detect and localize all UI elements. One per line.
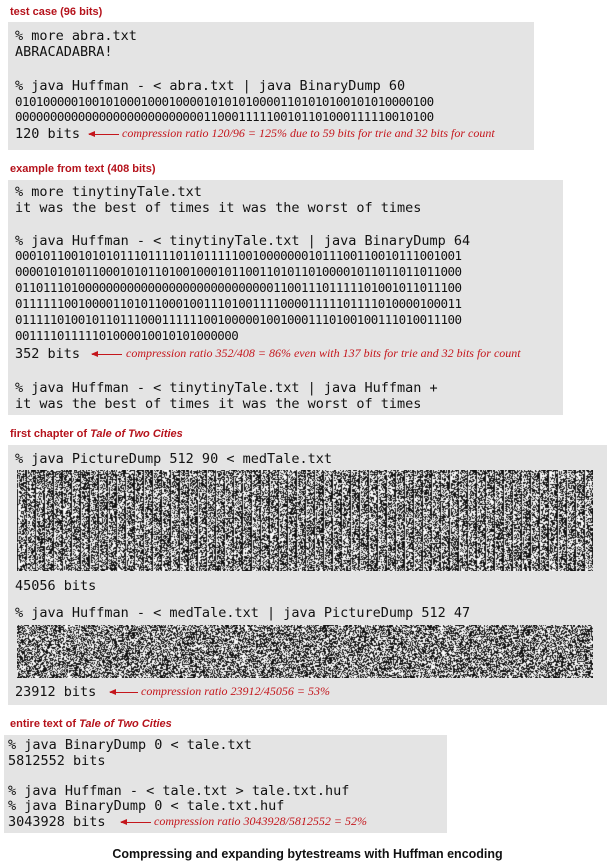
bitmap-picture-dump	[17, 470, 593, 571]
left-arrow-icon	[88, 131, 119, 137]
book-title: Tale of Two Cities	[90, 428, 183, 440]
command-line: % java Huffman - < tinytinyTale.txt | ja…	[15, 233, 471, 249]
entire-text-panel: % java BinaryDump 0 < tale.txt 5812552 b…	[4, 735, 447, 833]
output-line: 5812552 bits	[8, 753, 106, 769]
example-header: example from text (408 bits)	[10, 163, 156, 175]
command-line: % more abra.txt	[15, 28, 137, 44]
command-line: % java Huffman - < tale.txt > tale.txt.h…	[8, 783, 350, 799]
command-line: % java Huffman - < medTale.txt | java Pi…	[15, 605, 471, 621]
command-line: % more tinytinyTale.txt	[15, 184, 202, 200]
bit-line: 0001011001010101110111101101111100100000…	[15, 248, 462, 263]
left-arrow-icon	[120, 819, 151, 825]
command-line: % java BinaryDump 0 < tale.txt	[8, 737, 252, 753]
left-arrow-icon	[109, 689, 138, 695]
bit-line: 0110111010000000000000000000000000000110…	[15, 280, 462, 295]
test-case-header: test case (96 bits)	[10, 6, 103, 18]
bit-line: 0111110100101101110001111110010000010010…	[15, 312, 462, 327]
entire-text-header: entire text of Tale of Two Cities	[10, 718, 172, 730]
bit-count: 23912 bits	[15, 684, 97, 700]
bit-count: 120 bits	[15, 126, 81, 142]
command-line: % java Huffman - < abra.txt | java Binar…	[15, 78, 406, 94]
output-line: ABRACADABRA!	[15, 44, 113, 60]
bit-line: 0101000001001010001000100001010101000011…	[15, 94, 434, 109]
compression-note: compression ratio 3043928/5812552 = 52%	[154, 814, 367, 828]
compression-note: compression ratio 120/96 = 125% due to 5…	[122, 126, 495, 140]
command-line: % java Huffman - < tinytinyTale.txt | ja…	[15, 380, 438, 396]
output-line: it was the best of times it was the wors…	[15, 200, 422, 216]
figure-caption: Compressing and expanding bytestreams wi…	[112, 847, 503, 861]
command-line: % java BinaryDump 0 < tale.txt.huf	[8, 798, 285, 814]
example-panel: % more tinytinyTale.txt it was the best …	[8, 180, 563, 415]
test-case-panel: % more abra.txt ABRACADABRA! % java Huff…	[8, 22, 534, 150]
bit-count: 45056 bits	[15, 578, 97, 594]
bit-count: 3043928 bits	[8, 814, 106, 830]
command-line: % java PictureDump 512 90 < medTale.txt	[15, 451, 332, 467]
left-arrow-icon	[91, 351, 122, 357]
bitmap-picture-dump-compressed	[17, 625, 593, 678]
first-chapter-panel: % java PictureDump 512 90 < medTale.txt …	[8, 445, 607, 705]
compression-note: compression ratio 352/408 = 86% even wit…	[126, 346, 521, 360]
bit-line: 0000101010110001010110100100010110011010…	[15, 264, 462, 279]
first-chapter-header: first chapter of Tale of Two Cities	[10, 428, 183, 440]
output-line: it was the best of times it was the wors…	[15, 396, 422, 412]
bit-line: 0111111001000011010110001001110100111100…	[15, 296, 462, 311]
book-title: Tale of Two Cities	[79, 718, 172, 730]
compression-note: compression ratio 23912/45056 = 53%	[141, 684, 330, 698]
bit-line: 0000000000000000000000000001100011111001…	[15, 109, 434, 124]
bit-line: 00111101111101000010010101000000	[15, 328, 239, 343]
bit-count: 352 bits	[15, 346, 81, 362]
